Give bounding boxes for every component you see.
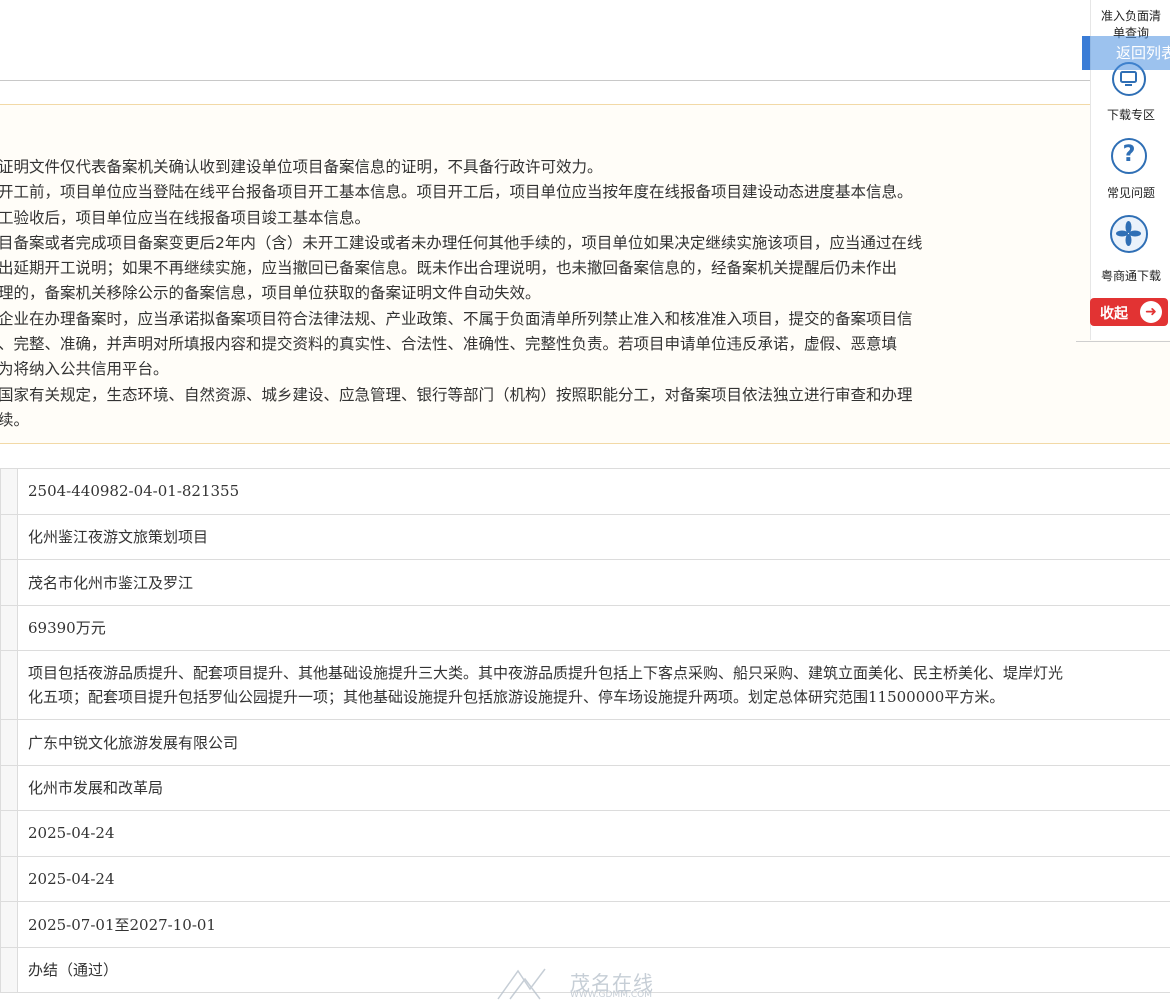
table-row: 化州鉴江夜游文旅策划项目 — [0, 513, 1170, 560]
row-label — [0, 559, 18, 606]
project-info-table: 2504-440982-04-01-821355 化州鉴江夜游文旅策划项目 茂名… — [0, 468, 1170, 993]
project-content-line: 项目包括夜游品质提升、配套项目提升、其他基础设施提升三大类。其中夜游品质提升包括… — [28, 664, 1064, 682]
row-label — [0, 604, 18, 651]
project-content-line: 化五项；配套项目提升包括罗仙公园提升一项；其他基础设施提升包括旅游设施提升、停车… — [28, 688, 1005, 706]
row-label — [0, 810, 18, 857]
project-company: 广东中锐文化旅游发展有限公司 — [17, 719, 1170, 766]
notice-line: 续。 — [0, 410, 30, 429]
row-label — [0, 855, 18, 902]
return-tab-edge — [1082, 36, 1090, 70]
watermark-logo-icon — [497, 968, 546, 1000]
collapse-button[interactable]: 收起 ➜ — [1090, 298, 1168, 326]
notice-line: 证明文件仅代表备案机关确认收到建设单位项目备案信息的证明，不具备行政许可效力。 — [0, 158, 603, 176]
notice-line: 工验收后，项目单位应当在线报备项目竣工基本信息。 — [0, 208, 371, 227]
filing-notice-panel: 证明文件仅代表备案机关确认收到建设单位项目备案信息的证明，不具备行政许可效力。 … — [0, 104, 1170, 444]
project-code: 2504-440982-04-01-821355 — [17, 468, 1170, 515]
row-label — [0, 468, 18, 515]
row-label — [0, 719, 18, 766]
yueshangtong-download-link[interactable]: 粤商通下载 — [1091, 267, 1170, 284]
table-row: 茂名市化州市鉴江及罗江 — [0, 559, 1170, 606]
yueshangtong-icon — [1110, 215, 1148, 253]
notice-line: 出延期开工说明；如果不再继续实施，应当撤回已备案信息。既未作出合理说明，也未撤回… — [0, 259, 898, 278]
project-investment: 69390万元 — [17, 604, 1170, 651]
row-label — [0, 650, 18, 720]
table-row: 项目包括夜游品质提升、配套项目提升、其他基础设施提升三大类。其中夜游品质提升包括… — [0, 650, 1170, 720]
table-row: 2025-04-24 — [0, 855, 1170, 902]
notice-line: 目备案或者完成项目备案变更后2年内（含）未开工建设或者未办理任何其他手续的，项目… — [0, 233, 923, 252]
row-label — [0, 764, 18, 811]
watermark: 茂名在线 WWW.GDMM.COM — [490, 965, 690, 1005]
filing-date: 2025-04-24 — [17, 810, 1170, 857]
project-content: 项目包括夜游品质提升、配套项目提升、其他基础设施提升三大类。其中夜游品质提升包括… — [17, 650, 1170, 720]
divider — [1076, 341, 1170, 342]
project-name: 化州鉴江夜游文旅策划项目 — [17, 513, 1170, 560]
faq-link[interactable]: 常见问题 — [1091, 184, 1170, 201]
watermark-url: WWW.GDMM.COM — [570, 990, 652, 1000]
notice-line: 企业在办理备案时，应当承诺拟备案项目符合法律法规、产业政策、不属于负面清单所列禁… — [0, 309, 913, 328]
project-location: 茂名市化州市鉴江及罗江 — [17, 559, 1170, 606]
notice-line: 开工前，项目单位应当登陆在线平台报备项目开工基本信息。项目开工后，项目单位应当按… — [0, 183, 913, 202]
construction-period: 2025-07-01至2027-10-01 — [17, 901, 1170, 948]
notice-text: 证明文件仅代表备案机关确认收到建设单位项目备案信息的证明，不具备行政许可效力。 … — [0, 155, 922, 433]
table-row: 化州市发展和改革局 — [0, 764, 1170, 811]
download-area-link[interactable]: 下载专区 — [1091, 106, 1170, 123]
notice-line: 理的，备案机关移除公示的备案信息，项目单位获取的备案证明文件自动失效。 — [0, 284, 541, 303]
page-header-area — [0, 0, 1090, 81]
table-row: 69390万元 — [0, 604, 1170, 651]
row-label — [0, 513, 18, 560]
row-label — [0, 901, 18, 948]
notice-line: 、完整、准确，并声明对所填报内容和提交资料的真实性、合法性、准确性、完整性负责。… — [0, 335, 898, 354]
confirm-date: 2025-04-24 — [17, 855, 1170, 902]
table-row: 2025-04-24 — [0, 810, 1170, 857]
filing-authority: 化州市发展和改革局 — [17, 764, 1170, 811]
table-row: 广东中锐文化旅游发展有限公司 — [0, 719, 1170, 766]
notice-line: 为将纳入公共信用平台。 — [0, 360, 169, 379]
return-list-label[interactable]: 返回列表 — [1116, 42, 1170, 63]
question-icon: ? — [1111, 138, 1147, 174]
notice-line: 国家有关规定，生态环境、自然资源、城乡建设、应急管理、银行等部门（机构）按照职能… — [0, 385, 913, 404]
arrow-right-icon: ➜ — [1140, 301, 1162, 323]
collapse-label: 收起 — [1100, 306, 1128, 322]
row-label — [0, 946, 18, 993]
table-row: 2504-440982-04-01-821355 — [0, 468, 1170, 515]
table-row: 2025-07-01至2027-10-01 — [0, 901, 1170, 948]
